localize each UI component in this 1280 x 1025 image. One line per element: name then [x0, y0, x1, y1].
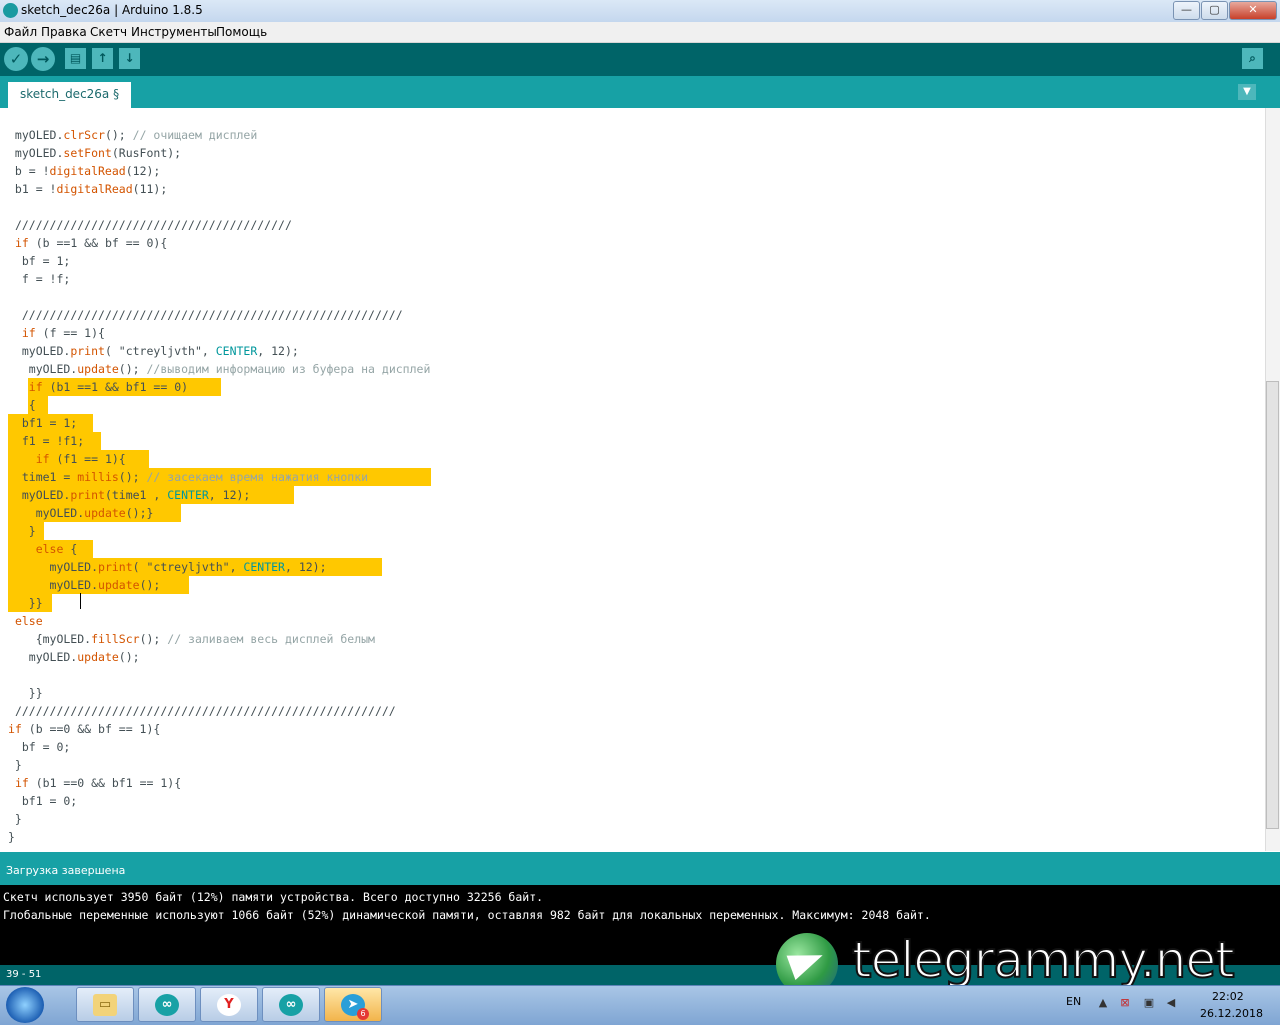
- code-line: ////////////////////////////////////////…: [14, 704, 396, 718]
- taskbar-telegram[interactable]: ➤ 6: [324, 987, 382, 1022]
- text-caret: [80, 593, 81, 609]
- tab-menu-icon[interactable]: ▼: [1238, 84, 1256, 100]
- code-line: else: [14, 614, 43, 628]
- code-line: f = !f;: [8, 272, 71, 286]
- upload-icon[interactable]: →: [31, 47, 55, 71]
- code-line: ////////////////////////////////////////: [14, 218, 292, 232]
- code-line: }}: [8, 686, 43, 700]
- language-indicator[interactable]: EN: [1066, 995, 1081, 1008]
- code-line: }}: [8, 596, 43, 610]
- open-sketch-icon[interactable]: ↑: [92, 48, 113, 69]
- code-line: b = !digitalRead(12);: [8, 164, 161, 178]
- clock-time[interactable]: 22:02: [1212, 990, 1244, 1003]
- window-title: sketch_dec26a | Arduino 1.8.5: [21, 3, 203, 17]
- menu-bar: Файл Правка Скетч Инструменты Помощь: [0, 22, 1280, 43]
- serial-monitor-icon[interactable]: ⌕: [1242, 48, 1263, 69]
- code-editor[interactable]: myOLED.clrScr(); // очищаем дисплей myOL…: [0, 108, 1265, 851]
- watermark-text: telegrammy.net: [851, 930, 1236, 990]
- code-line: }: [8, 758, 22, 772]
- code-line: bf1 = 1;: [8, 416, 78, 430]
- explorer-icon: ▭: [93, 994, 117, 1016]
- code-line: if (f == 1){: [21, 326, 105, 340]
- menu-file[interactable]: Файл: [4, 25, 37, 39]
- code-line: if (f1 == 1){: [35, 452, 126, 466]
- code-line: myOLED.print(time1 , CENTER, 12);: [8, 488, 251, 502]
- tab-sketch-dec26a[interactable]: sketch_dec26a §: [8, 82, 132, 108]
- maximize-button[interactable]: ▢: [1201, 1, 1228, 20]
- code-line: if (b1 ==0 && bf1 == 1){: [14, 776, 182, 790]
- code-line: f1 = !f1;: [8, 434, 85, 448]
- code-line: myOLED.clrScr(); // очищаем дисплей: [8, 128, 258, 142]
- code-line: {: [8, 398, 36, 412]
- close-button[interactable]: ✕: [1229, 1, 1277, 20]
- code-line: {myOLED.fillScr(); // заливаем весь дисп…: [8, 632, 375, 646]
- status-message: Загрузка завершена: [6, 864, 126, 877]
- save-sketch-icon[interactable]: ↓: [119, 48, 140, 69]
- code-line: myOLED.update();: [8, 578, 161, 592]
- arduino-icon: ∞: [279, 994, 303, 1016]
- code-line: myOLED.update();}: [8, 506, 154, 520]
- code-line: }: [8, 524, 36, 538]
- arduino-icon: ∞: [155, 994, 179, 1016]
- status-bar: Загрузка завершена: [0, 852, 1280, 885]
- editor-scrollbar-thumb[interactable]: [1266, 381, 1279, 829]
- code-line: ////////////////////////////////////////…: [21, 308, 403, 322]
- code-line: myOLED.setFont(RusFont);: [8, 146, 182, 160]
- clock-date[interactable]: 26.12.2018: [1200, 1007, 1263, 1020]
- minimize-button[interactable]: —: [1173, 1, 1200, 20]
- menu-help[interactable]: Помощь: [216, 25, 267, 39]
- cursor-position: 39 - 51: [6, 969, 42, 980]
- code-line: bf = 1;: [8, 254, 71, 268]
- code-line: else {: [35, 542, 78, 556]
- taskbar-yandex[interactable]: Y: [200, 987, 258, 1022]
- code-line: }: [8, 812, 22, 826]
- code-line: myOLED.update(); //выводим информацию из…: [8, 362, 431, 376]
- toolbar: ✓ → ▤ ↑ ↓ ⌕: [0, 43, 1280, 76]
- code-line: if (b1 ==1 && bf1 == 0): [28, 380, 189, 394]
- taskbar-arduino-2[interactable]: ∞: [262, 987, 320, 1022]
- code-line: myOLED.print( "ctreyljvth", CENTER, 12);: [8, 344, 299, 358]
- network-icon[interactable]: ⊠: [1118, 996, 1132, 1010]
- code-line: bf = 0;: [8, 740, 71, 754]
- code-line: if (b ==1 && bf == 0){: [14, 236, 168, 250]
- code-line: if (b ==0 && bf == 1){: [8, 722, 161, 736]
- tray-expand-icon[interactable]: ▲: [1096, 996, 1110, 1010]
- yandex-browser-icon: Y: [217, 994, 241, 1016]
- code-line: b1 = !digitalRead(11);: [8, 182, 168, 196]
- menu-edit[interactable]: Правка: [41, 25, 87, 39]
- code-line: }: [8, 830, 15, 844]
- code-line: bf1 = 0;: [8, 794, 78, 808]
- code-line: time1 = millis(); // засекаем время нажа…: [8, 470, 369, 484]
- display-icon[interactable]: ▣: [1142, 996, 1156, 1010]
- code-line: myOLED.print( "ctreyljvth", CENTER, 12);: [8, 560, 327, 574]
- volume-icon[interactable]: ◀: [1164, 996, 1178, 1010]
- code-line: myOLED.update();: [8, 650, 140, 664]
- console-line: Скетч использует 3950 байт (12%) памяти …: [3, 890, 544, 904]
- taskbar-explorer[interactable]: ▭: [76, 987, 134, 1022]
- arduino-app-icon: [3, 3, 18, 18]
- verify-icon[interactable]: ✓: [4, 47, 28, 71]
- start-button[interactable]: [6, 987, 44, 1023]
- taskbar-arduino[interactable]: ∞: [138, 987, 196, 1022]
- tab-bar: sketch_dec26a § ▼: [0, 76, 1280, 108]
- menu-sketch[interactable]: Скетч: [90, 25, 127, 39]
- telegram-unread-badge: 6: [357, 1008, 369, 1020]
- menu-tools[interactable]: Инструменты: [131, 25, 217, 39]
- console-line: Глобальные переменные используют 1066 ба…: [3, 908, 931, 922]
- new-sketch-icon[interactable]: ▤: [65, 48, 86, 69]
